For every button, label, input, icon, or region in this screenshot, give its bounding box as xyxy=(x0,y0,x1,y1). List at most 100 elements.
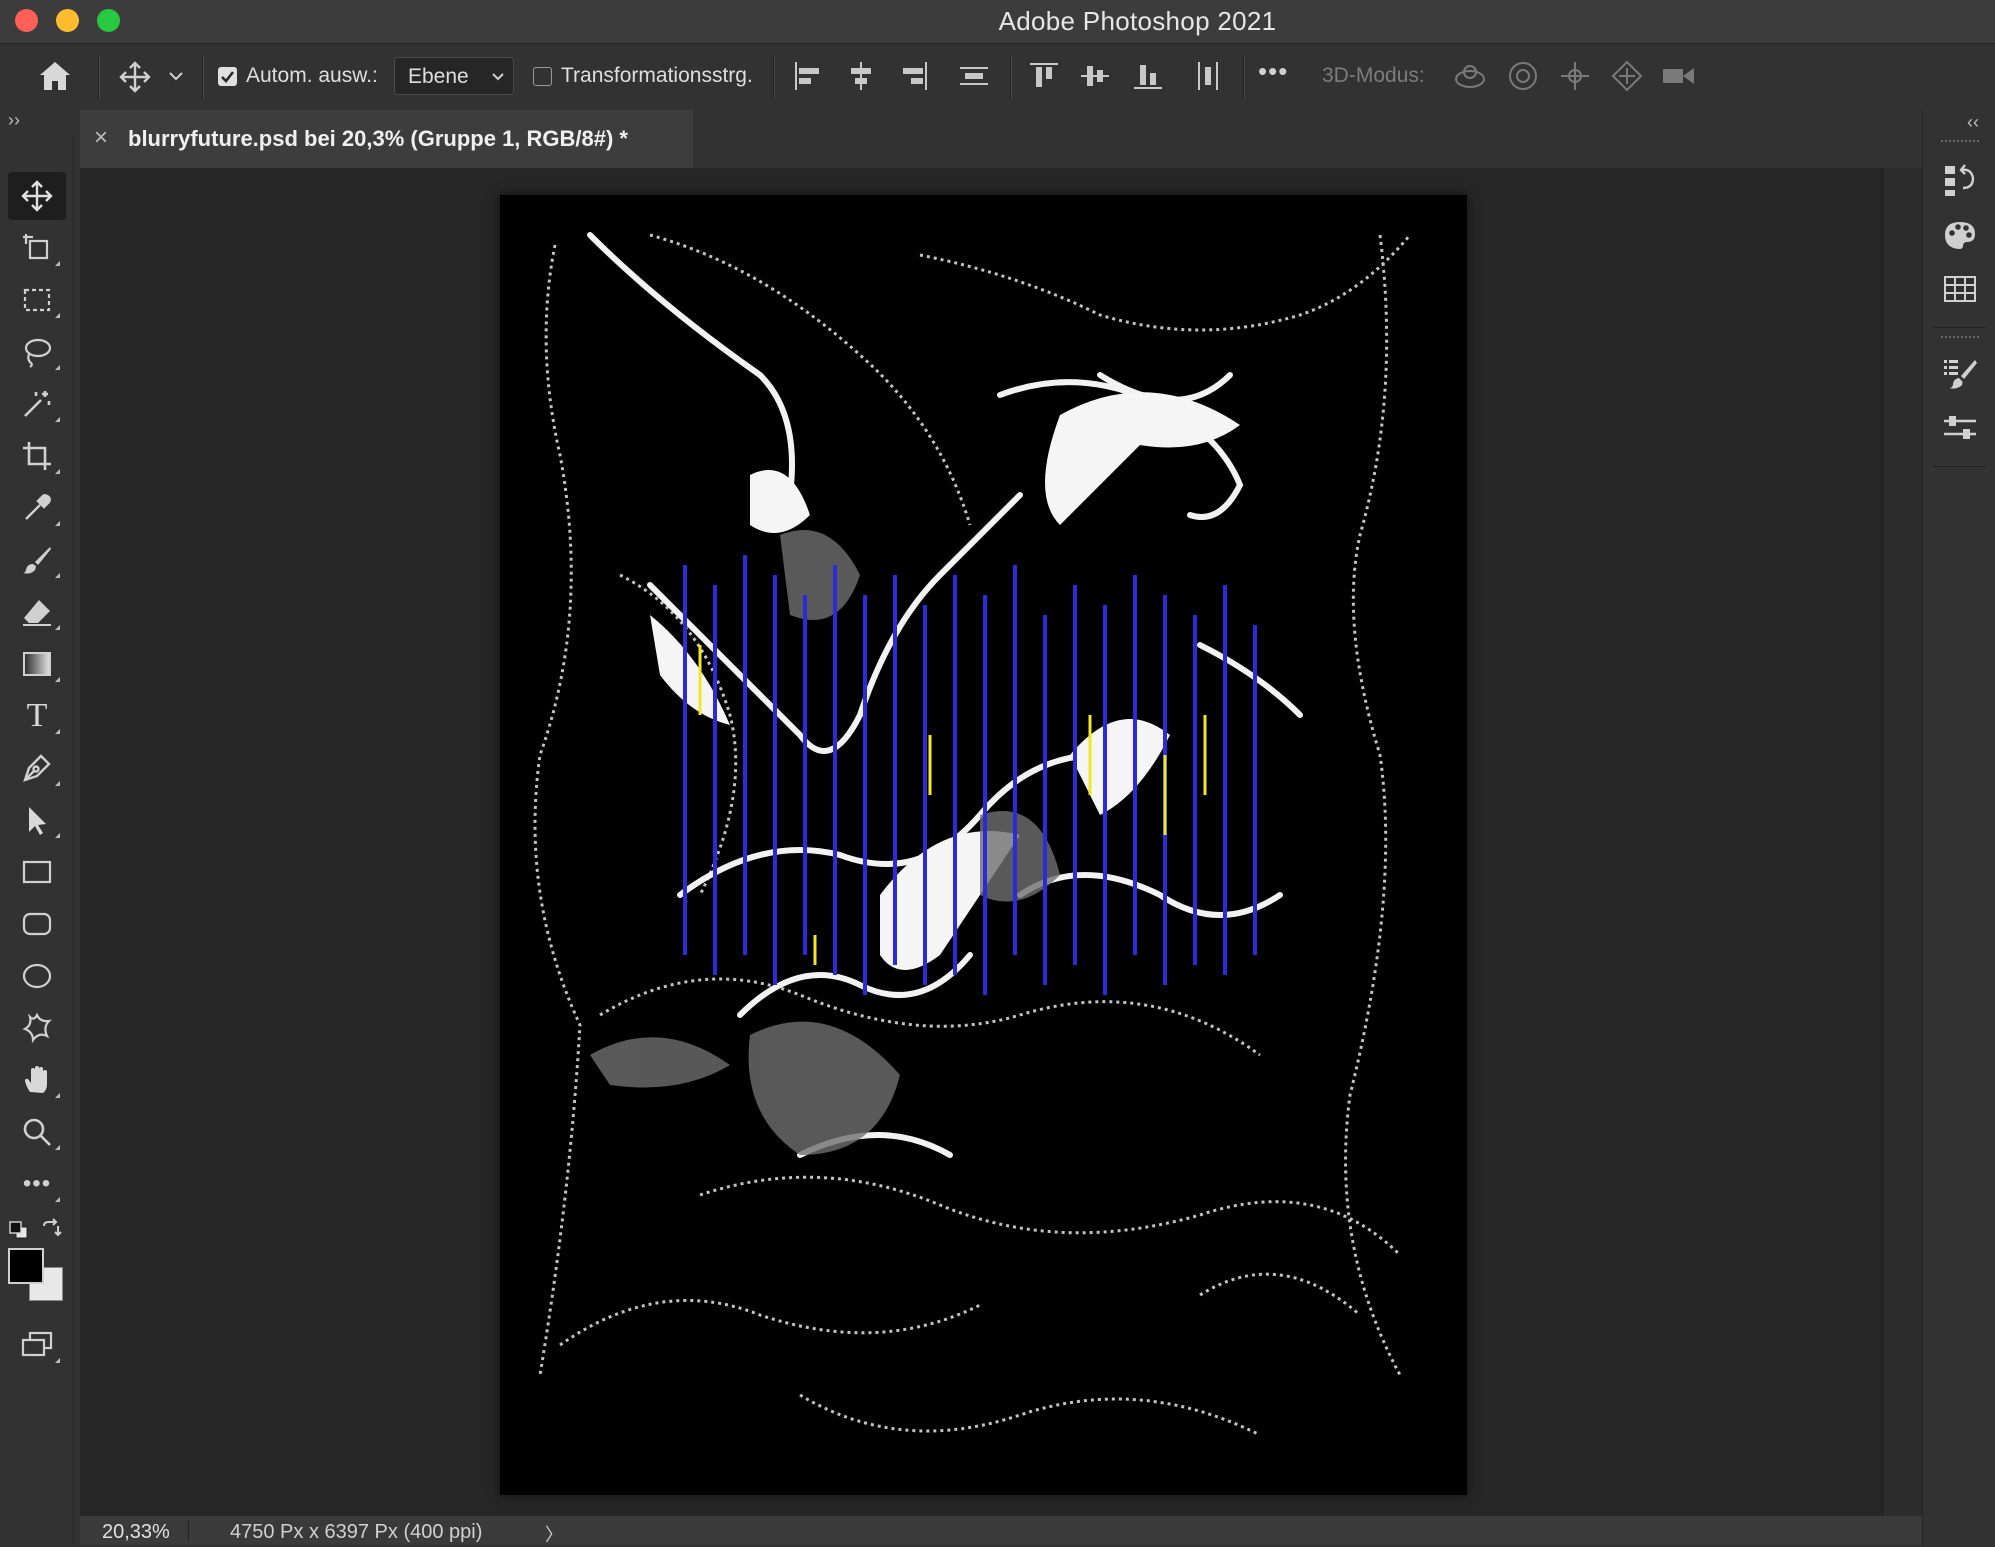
eraser-icon xyxy=(23,600,51,626)
arrow-pointer-icon xyxy=(29,807,46,835)
zoom-level[interactable]: 20,33% xyxy=(102,1521,170,1544)
pen-tool[interactable] xyxy=(8,744,66,792)
path-selection-tool[interactable] xyxy=(8,796,66,844)
brush-icon xyxy=(23,547,51,574)
3d-mode-label: 3D-Modus: xyxy=(1322,64,1425,87)
chevron-down-icon xyxy=(492,73,504,81)
more-options-button[interactable]: ••• xyxy=(1258,56,1288,87)
home-icon[interactable] xyxy=(36,58,74,94)
zoom-tool[interactable] xyxy=(8,1108,66,1156)
options-bar: Autom. ausw.: Ebene Transformationsstrg.… xyxy=(0,44,1995,111)
brush-settings-icon[interactable] xyxy=(1941,354,1979,392)
rectangular-marquee-tool[interactable] xyxy=(8,276,66,324)
chevron-down-icon[interactable] xyxy=(168,69,184,83)
magic-wand-tool[interactable] xyxy=(8,380,66,428)
edit-toolbar-button[interactable]: ••• xyxy=(8,1160,66,1208)
auto-select-target-dropdown[interactable]: Ebene xyxy=(394,57,514,95)
document-tab-title: blurryfuture.psd bei 20,3% (Gruppe 1, RG… xyxy=(128,126,628,151)
custom-shape-tool[interactable] xyxy=(8,1004,66,1052)
status-bar: 20,33% 4750 Px x 6397 Px (400 ppi) 〉 xyxy=(80,1516,1922,1545)
separator xyxy=(1010,55,1012,99)
auto-select-label: Autom. ausw.: xyxy=(246,64,378,87)
gradient-tool[interactable] xyxy=(8,640,66,688)
foreground-color-swatch[interactable] xyxy=(8,1248,44,1284)
app-title: Adobe Photoshop 2021 xyxy=(998,6,1277,36)
auto-select-target-value: Ebene xyxy=(408,65,469,88)
gradient-icon xyxy=(23,652,51,676)
distribute-horizontal-icon[interactable] xyxy=(1192,60,1224,92)
magnifier-icon xyxy=(23,1118,51,1146)
history-icon[interactable] xyxy=(1941,160,1979,198)
type-tool[interactable]: T xyxy=(8,692,66,740)
default-colors-icon[interactable] xyxy=(8,1220,30,1240)
separator xyxy=(188,1520,189,1542)
align-left-edges-icon[interactable] xyxy=(793,60,823,92)
align-bottom-edges-icon[interactable] xyxy=(1132,60,1164,92)
eyedropper-tool[interactable] xyxy=(8,484,66,532)
lasso-icon xyxy=(24,338,52,368)
expand-panels-icon[interactable]: ‹‹ xyxy=(1967,112,1979,133)
separator xyxy=(98,55,100,99)
eyedropper-icon xyxy=(25,494,51,520)
move-tool[interactable] xyxy=(8,172,66,220)
separator xyxy=(1933,327,1986,328)
eraser-tool[interactable] xyxy=(8,588,66,636)
toolbar-collapse[interactable]: ›› xyxy=(0,110,73,135)
3d-roll-icon[interactable] xyxy=(1506,59,1540,93)
hand-tool[interactable] xyxy=(8,1056,66,1104)
color-palette-icon[interactable] xyxy=(1941,216,1979,254)
align-horizontal-centers-icon[interactable] xyxy=(846,60,876,92)
transform-controls-label: Transformationsstrg. xyxy=(561,64,753,87)
align-right-edges-icon[interactable] xyxy=(899,60,929,92)
align-vertical-centers-icon[interactable] xyxy=(1079,60,1111,92)
right-panel-dock: ‹‹ xyxy=(1922,110,1995,1545)
rounded-rectangle-icon xyxy=(22,912,52,936)
3d-slide-icon[interactable] xyxy=(1610,59,1644,93)
document-canvas[interactable] xyxy=(500,195,1467,1495)
3d-camera-icon[interactable] xyxy=(1660,60,1698,92)
auto-select-checkbox[interactable] xyxy=(218,67,237,86)
brush-tool[interactable] xyxy=(8,536,66,584)
ellipse-icon xyxy=(22,963,52,989)
custom-shape-icon xyxy=(22,1012,52,1044)
document-size: 4750 Px x 6397 Px (400 ppi) xyxy=(230,1521,483,1543)
collapse-arrows-icon: ›› xyxy=(8,110,20,130)
align-top-edges-icon[interactable] xyxy=(1028,60,1060,92)
3d-drag-icon[interactable] xyxy=(1558,59,1592,93)
distribute-vertical-icon[interactable] xyxy=(958,60,990,92)
swatches-grid-icon[interactable] xyxy=(1941,270,1979,308)
status-menu-arrow[interactable]: 〉 xyxy=(545,1521,563,1547)
screen-mode-button[interactable] xyxy=(8,1321,66,1369)
3d-orbit-icon[interactable] xyxy=(1452,60,1488,92)
more-icon: ••• xyxy=(22,1170,52,1197)
artboard-tool[interactable] xyxy=(8,224,66,272)
move-icon[interactable] xyxy=(118,60,152,94)
tools-panel: T ••• xyxy=(0,135,74,1545)
panel-grip[interactable] xyxy=(1941,140,1979,146)
adjustments-sliders-icon[interactable] xyxy=(1941,410,1979,448)
rounded-rectangle-tool[interactable] xyxy=(8,900,66,948)
ellipse-tool[interactable] xyxy=(8,952,66,1000)
screen-mode-icon xyxy=(21,1331,53,1357)
panel-grip[interactable] xyxy=(1941,336,1979,342)
document-tab[interactable]: × blurryfuture.psd bei 20,3% (Gruppe 1, … xyxy=(80,110,693,168)
rectangle-icon xyxy=(22,860,52,884)
crop-tool[interactable] xyxy=(8,432,66,480)
swap-colors-icon[interactable] xyxy=(40,1218,62,1240)
vertical-scrollbar[interactable] xyxy=(1882,168,1923,1516)
separator xyxy=(1243,55,1245,99)
artboard-icon xyxy=(23,234,49,260)
separator xyxy=(1933,466,1986,467)
marquee-icon xyxy=(23,288,51,312)
magic-wand-icon xyxy=(24,391,51,417)
pen-icon xyxy=(23,754,51,782)
close-tab-icon[interactable]: × xyxy=(94,124,108,152)
hand-icon xyxy=(25,1066,47,1093)
transform-controls-checkbox[interactable] xyxy=(533,67,552,86)
lasso-tool[interactable] xyxy=(8,328,66,376)
type-icon: T xyxy=(26,697,48,734)
artwork-image xyxy=(500,195,1467,1495)
separator xyxy=(773,55,775,99)
rectangle-tool[interactable] xyxy=(8,848,66,896)
crop-icon xyxy=(23,442,51,470)
